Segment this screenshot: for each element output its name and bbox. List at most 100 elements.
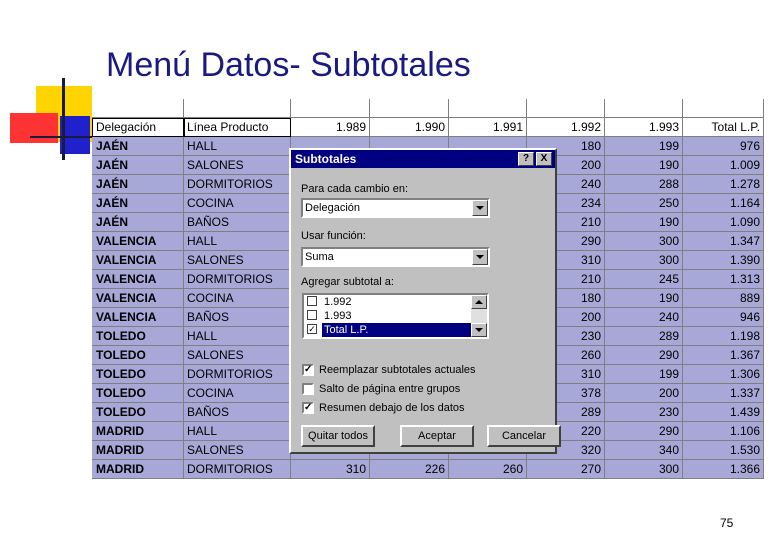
table-cell[interactable]: DORMITORIOS xyxy=(184,460,291,479)
table-cell[interactable]: DORMITORIOS xyxy=(184,365,291,384)
table-cell[interactable] xyxy=(184,99,291,118)
close-button[interactable]: X xyxy=(536,152,552,166)
list-item-checkbox[interactable]: ✓ xyxy=(307,324,317,334)
table-cell[interactable]: 290 xyxy=(605,346,683,365)
list-item-checkbox[interactable] xyxy=(307,310,317,320)
table-cell[interactable]: 1.337 xyxy=(683,384,764,403)
table-cell[interactable]: 889 xyxy=(683,289,764,308)
table-cell[interactable]: TOLEDO xyxy=(92,327,184,346)
table-cell[interactable]: 1.164 xyxy=(683,194,764,213)
list-item-total-lp[interactable]: ✓ Total L.P. xyxy=(306,323,472,337)
table-cell[interactable]: 199 xyxy=(605,365,683,384)
table-cell[interactable]: BAÑOS xyxy=(184,403,291,422)
table-cell[interactable]: JAÉN xyxy=(92,213,184,232)
change-field-select[interactable]: Delegación xyxy=(301,198,490,218)
table-cell[interactable]: 290 xyxy=(605,422,683,441)
help-button[interactable]: ? xyxy=(518,152,534,166)
table-cell[interactable]: 226 xyxy=(370,460,449,479)
chevron-down-icon[interactable] xyxy=(472,200,488,216)
table-cell[interactable]: COCINA xyxy=(184,384,291,403)
table-cell[interactable]: 340 xyxy=(605,441,683,460)
table-cell[interactable]: 1.366 xyxy=(683,460,764,479)
table-cell[interactable]: 1.009 xyxy=(683,156,764,175)
list-scrollbar[interactable] xyxy=(471,295,487,337)
scroll-down-icon[interactable] xyxy=(471,323,487,337)
column-header[interactable]: 1.990 xyxy=(370,118,449,137)
table-cell[interactable]: MADRID xyxy=(92,460,184,479)
table-cell[interactable]: 250 xyxy=(605,194,683,213)
table-cell[interactable]: SALONES xyxy=(184,251,291,270)
table-cell[interactable]: 1.198 xyxy=(683,327,764,346)
table-cell[interactable]: SALONES xyxy=(184,346,291,365)
table-cell[interactable]: DORMITORIOS xyxy=(184,270,291,289)
table-cell[interactable]: TOLEDO xyxy=(92,384,184,403)
table-cell[interactable]: HALL xyxy=(184,422,291,441)
table-cell[interactable]: 240 xyxy=(605,308,683,327)
table-cell[interactable]: 289 xyxy=(605,327,683,346)
table-cell[interactable]: 200 xyxy=(605,384,683,403)
table-cell[interactable]: 1.106 xyxy=(683,422,764,441)
table-cell[interactable]: 1.439 xyxy=(683,403,764,422)
table-cell[interactable]: 1.347 xyxy=(683,232,764,251)
table-cell[interactable]: 1.306 xyxy=(683,365,764,384)
replace-subtotals-checkbox[interactable]: ✓ Reemplazar subtotales actuales xyxy=(302,363,542,377)
table-cell[interactable]: 270 xyxy=(527,460,605,479)
table-cell[interactable]: 288 xyxy=(605,175,683,194)
table-cell[interactable] xyxy=(92,99,184,118)
table-cell[interactable]: 300 xyxy=(605,232,683,251)
column-header[interactable]: 1.991 xyxy=(449,118,527,137)
checkbox-box[interactable]: ✓ xyxy=(302,402,314,414)
table-cell[interactable]: 190 xyxy=(605,289,683,308)
table-cell[interactable] xyxy=(370,99,449,118)
column-header[interactable]: 1.989 xyxy=(291,118,370,137)
table-cell[interactable]: 230 xyxy=(605,403,683,422)
table-cell[interactable]: SALONES xyxy=(184,441,291,460)
table-cell[interactable]: 190 xyxy=(605,156,683,175)
table-cell[interactable]: 976 xyxy=(683,137,764,156)
table-cell[interactable] xyxy=(449,99,527,118)
table-cell[interactable]: VALENCIA xyxy=(92,270,184,289)
column-header[interactable]: 1.992 xyxy=(527,118,605,137)
table-cell[interactable]: SALONES xyxy=(184,156,291,175)
scroll-up-icon[interactable] xyxy=(471,295,487,309)
table-cell[interactable]: 260 xyxy=(449,460,527,479)
checkbox-box[interactable] xyxy=(302,383,314,395)
table-cell[interactable]: 1.313 xyxy=(683,270,764,289)
table-cell[interactable]: 310 xyxy=(291,460,370,479)
table-cell[interactable]: HALL xyxy=(184,232,291,251)
table-cell[interactable]: 1.090 xyxy=(683,213,764,232)
table-cell[interactable]: 245 xyxy=(605,270,683,289)
table-cell[interactable] xyxy=(291,99,370,118)
table-cell[interactable]: HALL xyxy=(184,327,291,346)
add-subtotal-list[interactable]: 1.992 1.993 ✓ Total L.P. xyxy=(302,293,489,339)
table-cell[interactable]: JAÉN xyxy=(92,175,184,194)
list-item-1993[interactable]: 1.993 xyxy=(306,309,472,323)
chevron-down-icon[interactable] xyxy=(472,249,488,265)
table-cell[interactable]: VALENCIA xyxy=(92,232,184,251)
page-break-checkbox[interactable]: Salto de página entre grupos xyxy=(302,382,542,396)
column-header[interactable]: 1.993 xyxy=(605,118,683,137)
cancel-button[interactable]: Cancelar xyxy=(487,425,561,447)
table-cell[interactable]: DORMITORIOS xyxy=(184,175,291,194)
table-cell[interactable]: VALENCIA xyxy=(92,251,184,270)
table-cell[interactable]: COCINA xyxy=(184,289,291,308)
table-cell[interactable]: 1.367 xyxy=(683,346,764,365)
table-cell[interactable]: TOLEDO xyxy=(92,365,184,384)
table-cell[interactable]: TOLEDO xyxy=(92,403,184,422)
table-cell[interactable]: VALENCIA xyxy=(92,289,184,308)
list-item-checkbox[interactable] xyxy=(307,296,317,306)
checkbox-box[interactable]: ✓ xyxy=(302,364,314,376)
summary-below-checkbox[interactable]: ✓ Resumen debajo de los datos xyxy=(302,401,542,415)
table-cell[interactable]: BAÑOS xyxy=(184,308,291,327)
table-cell[interactable]: JAÉN xyxy=(92,137,184,156)
table-cell[interactable]: 300 xyxy=(605,251,683,270)
table-cell[interactable]: 1.278 xyxy=(683,175,764,194)
table-cell[interactable]: MADRID xyxy=(92,422,184,441)
ok-button[interactable]: Aceptar xyxy=(400,425,474,447)
table-cell[interactable]: JAÉN xyxy=(92,194,184,213)
remove-all-button[interactable]: Quitar todos xyxy=(301,425,375,447)
table-cell[interactable]: HALL xyxy=(184,137,291,156)
table-cell[interactable]: TOLEDO xyxy=(92,346,184,365)
column-header[interactable]: Total L.P. xyxy=(683,118,764,137)
table-cell[interactable] xyxy=(683,99,764,118)
